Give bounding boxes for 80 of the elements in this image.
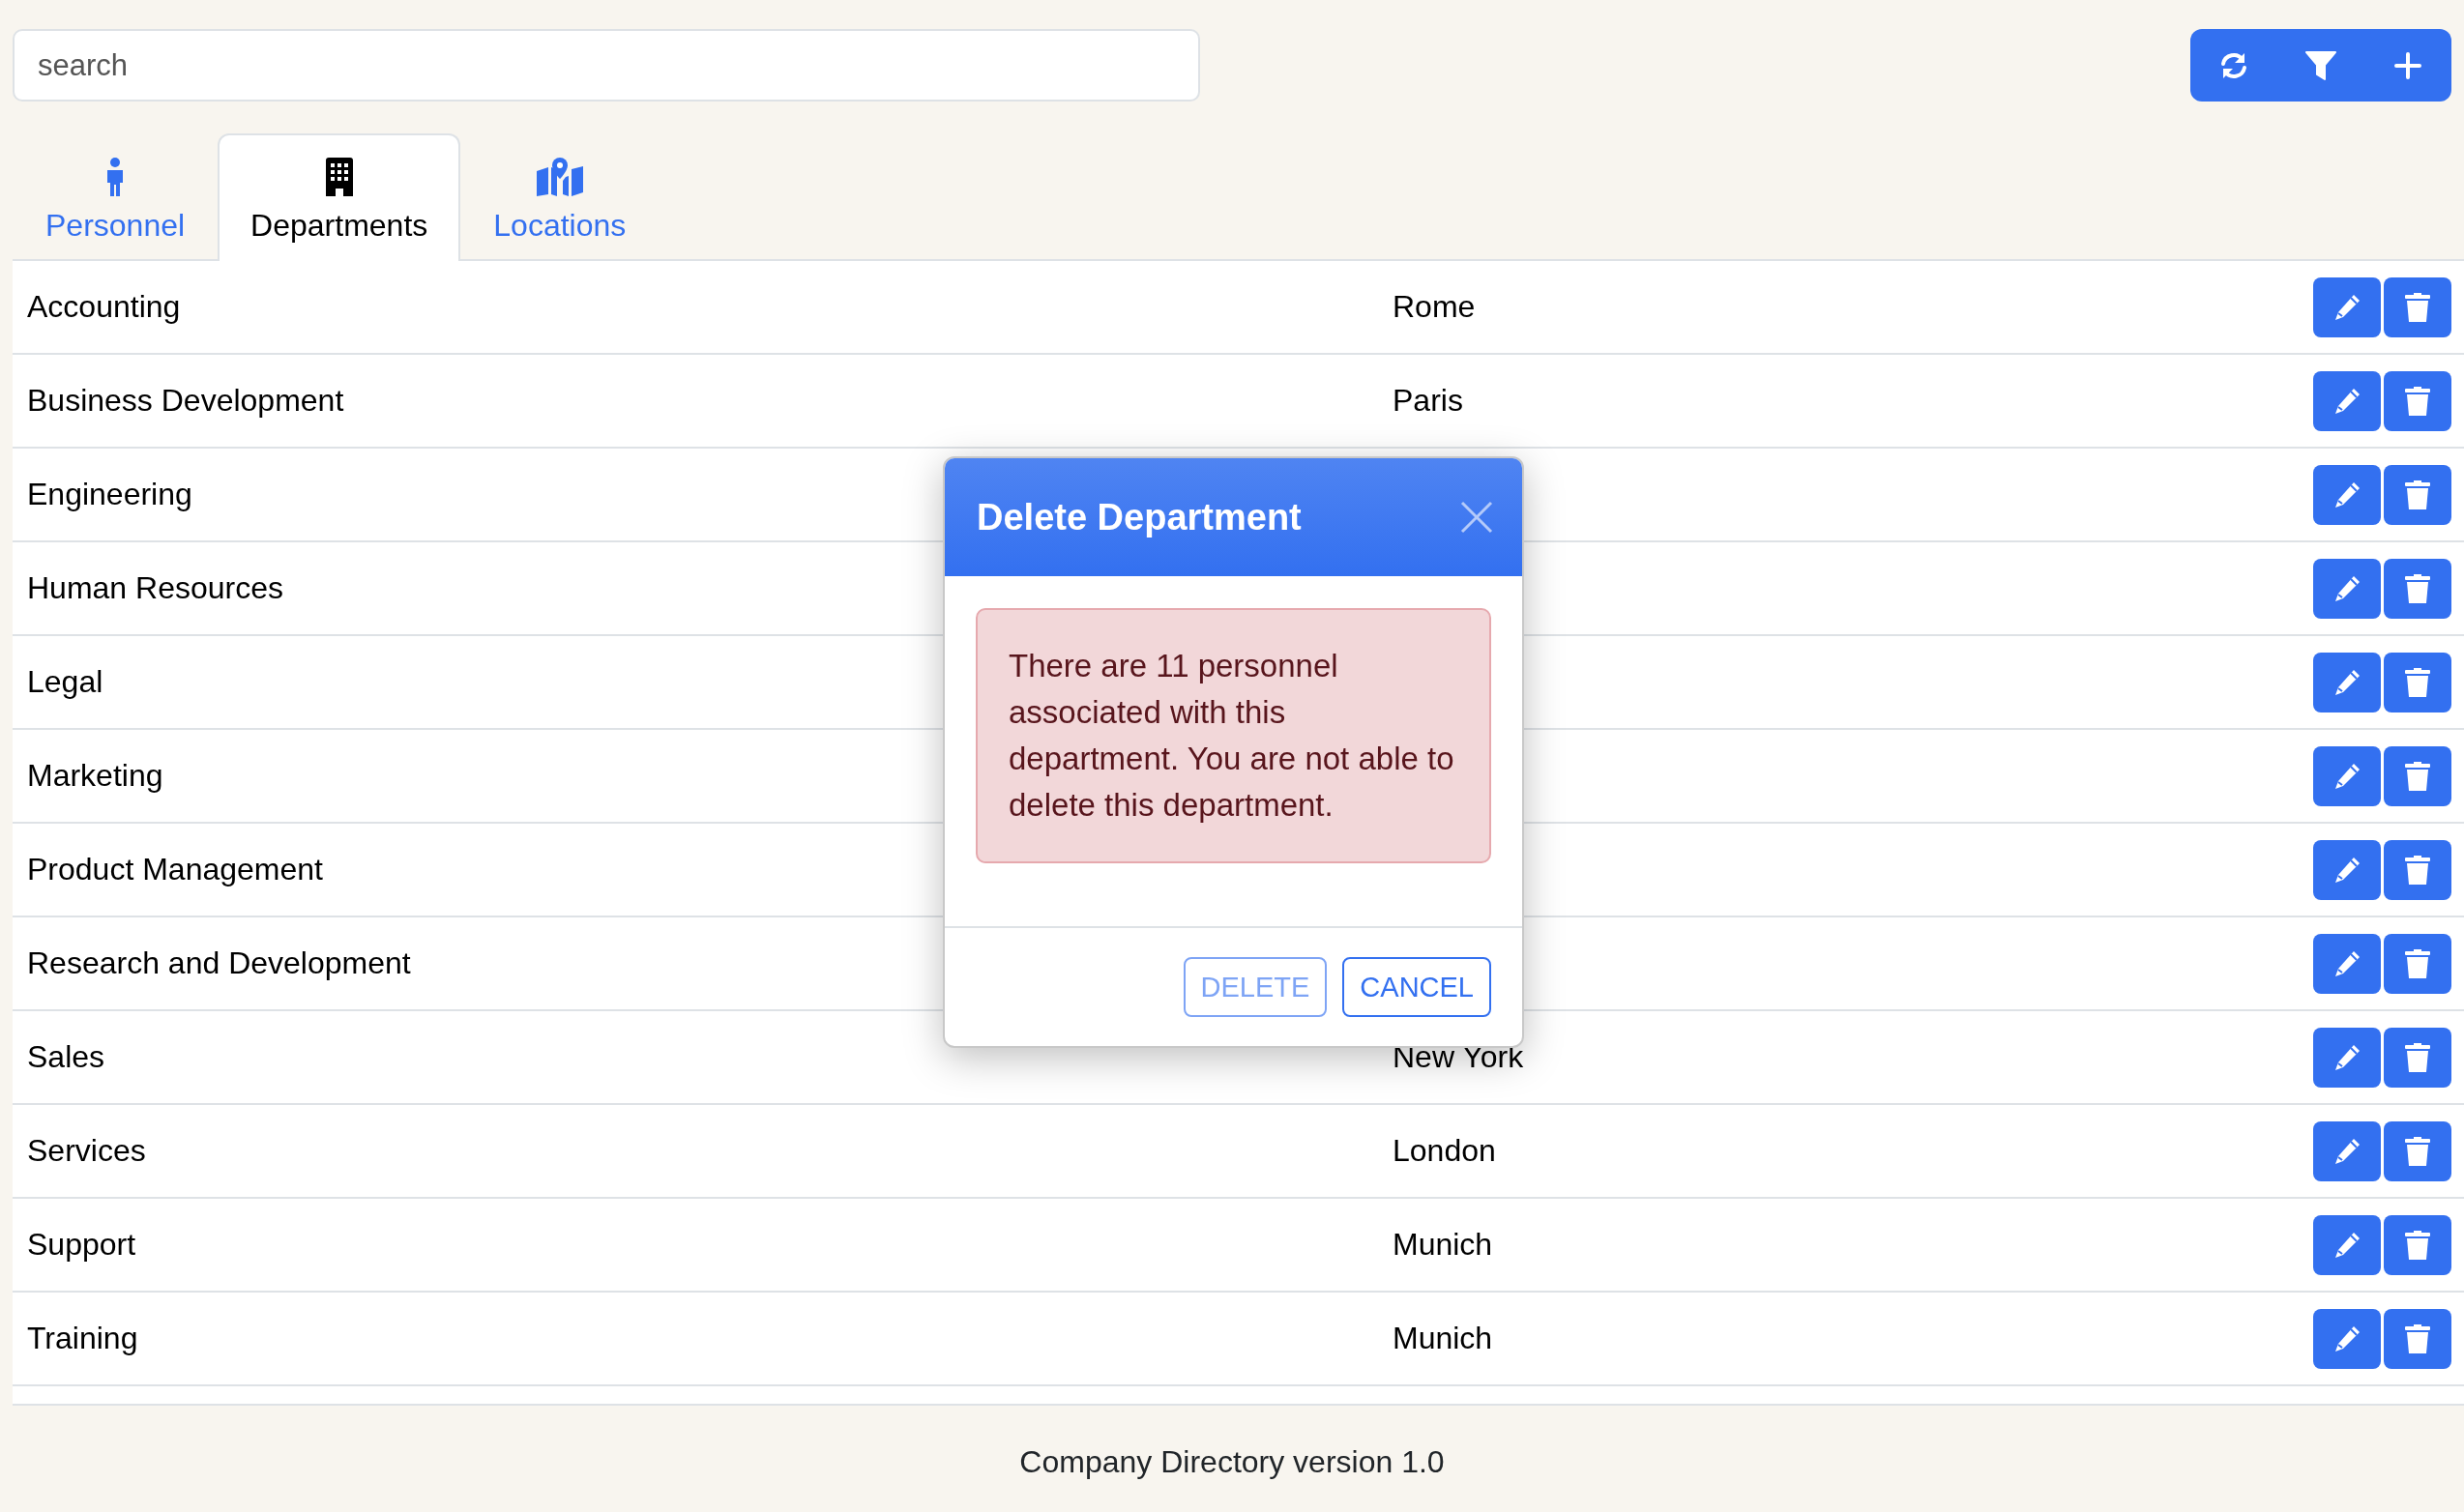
delete-button[interactable] <box>2384 558 2451 619</box>
edit-button[interactable] <box>2313 370 2381 431</box>
trash-icon <box>2405 1323 2430 1353</box>
delete-button[interactable] <box>2384 839 2451 900</box>
pencil-icon <box>2332 1136 2361 1166</box>
edit-button[interactable] <box>2313 839 2381 900</box>
department-name: Marketing <box>27 758 163 793</box>
edit-button[interactable] <box>2313 1120 2381 1181</box>
edit-button[interactable] <box>2313 1308 2381 1369</box>
building-icon <box>323 158 355 196</box>
dialog-title: Delete Department <box>977 496 1302 538</box>
pencil-icon <box>2332 573 2361 603</box>
delete-button[interactable] <box>2384 464 2451 525</box>
delete-button[interactable] <box>2384 1027 2451 1088</box>
edit-button[interactable] <box>2313 652 2381 712</box>
department-name: Product Management <box>27 852 323 887</box>
tab[interactable]: Departments <box>218 133 461 261</box>
plus-icon <box>2394 51 2421 79</box>
filter-icon <box>2305 50 2336 80</box>
delete-button[interactable] <box>2384 652 2451 712</box>
trash-icon <box>2405 386 2430 416</box>
department-name: Research and Development <box>27 945 411 980</box>
delete-button[interactable] <box>2384 276 2451 337</box>
close-icon <box>1460 501 1493 534</box>
pencil-icon <box>2332 667 2361 697</box>
location-name: Rome <box>1393 289 1476 324</box>
department-name: Services <box>27 1133 146 1168</box>
department-name: Legal <box>27 664 103 699</box>
trash-icon <box>2405 1136 2430 1166</box>
department-name: Engineering <box>27 477 192 511</box>
delete-button[interactable] <box>2384 1120 2451 1181</box>
edit-button[interactable] <box>2313 1214 2381 1275</box>
edit-button[interactable] <box>2313 276 2381 337</box>
edit-button[interactable] <box>2313 933 2381 994</box>
department-name: Support <box>27 1227 136 1262</box>
delete-button[interactable] <box>2384 1308 2451 1369</box>
tab[interactable]: Personnel <box>13 133 219 261</box>
search-field[interactable]: search <box>13 29 1200 102</box>
trash-icon <box>2405 761 2430 791</box>
location-name: Munich <box>1393 1321 1493 1355</box>
trash-icon <box>2405 667 2430 697</box>
trash-icon <box>2405 1230 2430 1260</box>
close-button[interactable] <box>1460 501 1493 534</box>
delete-button[interactable] <box>2384 933 2451 994</box>
trash-icon <box>2405 948 2430 978</box>
trash-icon <box>2405 292 2430 322</box>
location-name: Paris <box>1393 383 1463 418</box>
error-alert: There are 11 personnel associated with this department. You are not able to delete this department. <box>976 608 1491 863</box>
department-name: Accounting <box>27 289 181 324</box>
location-name: London <box>1393 1133 1496 1168</box>
trash-icon <box>2405 573 2430 603</box>
department-name: Training <box>27 1321 138 1355</box>
delete-button[interactable] <box>2384 1214 2451 1275</box>
pencil-icon <box>2332 1230 2361 1260</box>
pencil-icon <box>2332 948 2361 978</box>
trash-icon <box>2405 480 2430 509</box>
pencil-icon <box>2332 761 2361 791</box>
pencil-icon <box>2332 1323 2361 1353</box>
dialog-button[interactable]: CANCEL <box>1342 957 1491 1017</box>
pencil-icon <box>2332 480 2361 509</box>
department-name: Human Resources <box>27 570 283 605</box>
pencil-icon <box>2332 292 2361 322</box>
edit-button[interactable] <box>2313 1027 2381 1088</box>
edit-button[interactable] <box>2313 745 2381 806</box>
edit-button[interactable] <box>2313 464 2381 525</box>
department-name: Sales <box>27 1039 105 1074</box>
refresh-icon <box>2218 50 2249 80</box>
trash-icon <box>2405 855 2430 885</box>
delete-button[interactable] <box>2384 745 2451 806</box>
location-name: Munich <box>1393 1227 1493 1262</box>
trash-icon <box>2405 1042 2430 1072</box>
department-name: Business Development <box>27 383 344 418</box>
pencil-icon <box>2332 1042 2361 1072</box>
edit-button[interactable] <box>2313 558 2381 619</box>
map-icon <box>536 158 583 196</box>
pencil-icon <box>2332 855 2361 885</box>
pencil-icon <box>2332 386 2361 416</box>
footer-text: Company Directory version 1.0 <box>1018 1443 1446 1480</box>
delete-button[interactable] <box>2384 370 2451 431</box>
tab[interactable]: Locations <box>460 133 660 261</box>
